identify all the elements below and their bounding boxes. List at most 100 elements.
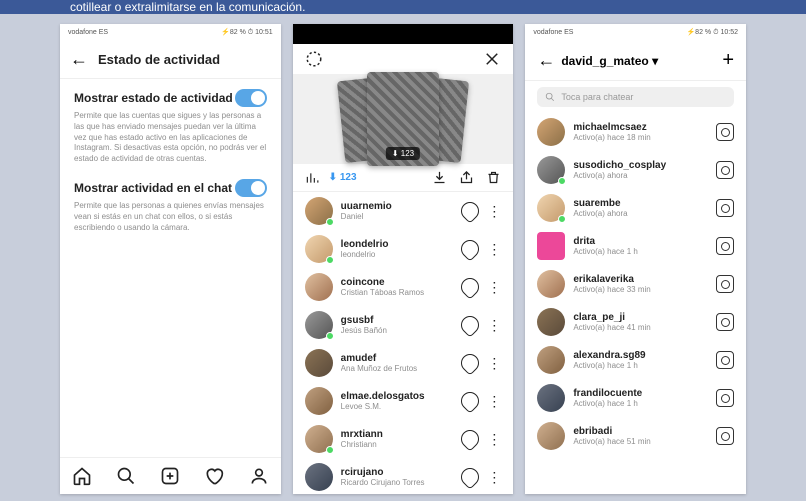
avatar	[537, 232, 565, 260]
carrier-label: vodafone ES	[68, 29, 108, 36]
online-dot	[558, 215, 566, 223]
chat-row[interactable]: drita Activo(a) hace 1 h	[525, 227, 746, 265]
message-icon[interactable]	[458, 464, 483, 489]
chat-row[interactable]: ebribadi Activo(a) hace 51 min	[525, 417, 746, 455]
toggle-chat-activity[interactable]	[235, 179, 267, 197]
chat-row[interactable]: alexandra.sg89 Activo(a) hace 1 h	[525, 341, 746, 379]
heart-icon[interactable]	[204, 466, 224, 486]
message-icon[interactable]	[458, 274, 483, 299]
account-switcher[interactable]: david_g_mateo ▾	[561, 54, 658, 68]
camera-icon[interactable]	[716, 275, 734, 293]
viewer-fullname: Cristian Táboas Ramos	[341, 288, 454, 297]
home-icon[interactable]	[72, 466, 92, 486]
download-icon[interactable]	[432, 170, 447, 185]
stats-icon[interactable]	[305, 171, 319, 185]
story-carousel[interactable]: ⬇ 123	[293, 74, 514, 164]
carrier-label: vodafone ES	[533, 29, 573, 36]
settings-ring-icon[interactable]	[305, 50, 323, 68]
views-count: ⬇ 123	[329, 172, 357, 183]
status-right: ⚡82 % ⏱ 10:52	[686, 28, 738, 37]
phone-direct: vodafone ES ⚡82 % ⏱ 10:52 ← david_g_mate…	[525, 24, 746, 494]
blackout-bar	[293, 24, 514, 44]
viewer-row[interactable]: amudef Ana Muñoz de Frutos ⋮	[293, 344, 514, 382]
close-icon[interactable]	[483, 50, 501, 68]
viewer-row[interactable]: uuarnemio Daniel ⋮	[293, 192, 514, 230]
chat-row[interactable]: erikalaverika Activo(a) hace 33 min	[525, 265, 746, 303]
chat-status: Activo(a) hace 1 h	[573, 247, 708, 256]
chat-row[interactable]: susodicho_cosplay Activo(a) ahora	[525, 151, 746, 189]
chat-username: suarembe	[573, 198, 708, 209]
avatar	[305, 463, 333, 491]
chat-status: Activo(a) hace 33 min	[573, 285, 708, 294]
viewer-row[interactable]: mrxtiann Christiann ⋮	[293, 420, 514, 458]
viewer-fullname: Levoe S.M.	[341, 402, 454, 411]
chat-status: Activo(a) hace 1 h	[573, 399, 708, 408]
avatar	[537, 346, 565, 374]
chat-status: Activo(a) ahora	[573, 209, 708, 218]
profile-icon[interactable]	[249, 466, 269, 486]
camera-icon[interactable]	[716, 199, 734, 217]
viewer-row[interactable]: leondelrio leondelrio ⋮	[293, 230, 514, 268]
chat-username: frandilocuente	[573, 388, 708, 399]
viewer-row[interactable]: coincone Cristian Táboas Ramos ⋮	[293, 268, 514, 306]
add-post-icon[interactable]	[160, 466, 180, 486]
chat-username: ebribadi	[573, 426, 708, 437]
chat-row[interactable]: clara_pe_ji Activo(a) hace 41 min	[525, 303, 746, 341]
chat-row[interactable]: michaelmcsaez Activo(a) hace 18 min	[525, 113, 746, 151]
avatar	[305, 311, 333, 339]
page-banner: cotillear o extralimitarse en la comunic…	[0, 0, 806, 14]
chat-username: michaelmcsaez	[573, 122, 708, 133]
search-placeholder: Toca para chatear	[561, 92, 633, 102]
compose-icon[interactable]: +	[722, 49, 734, 72]
camera-icon[interactable]	[716, 313, 734, 331]
viewer-username: mrxtiann	[341, 429, 454, 440]
camera-icon[interactable]	[716, 427, 734, 445]
viewer-username: gsusbf	[341, 315, 454, 326]
status-right: ⚡82 % ⏱ 10:51	[221, 28, 273, 37]
chat-username: erikalaverika	[573, 274, 708, 285]
avatar	[305, 273, 333, 301]
camera-icon[interactable]	[716, 351, 734, 369]
viewer-row[interactable]: rcirujano Ricardo Cirujano Torres ⋮	[293, 458, 514, 494]
message-icon[interactable]	[458, 426, 483, 451]
viewer-username: rcirujano	[341, 467, 454, 478]
message-icon[interactable]	[458, 312, 483, 337]
search-icon[interactable]	[116, 466, 136, 486]
message-icon[interactable]	[458, 236, 483, 261]
search-input[interactable]: Toca para chatear	[537, 87, 734, 107]
message-icon[interactable]	[458, 198, 483, 223]
avatar	[305, 235, 333, 263]
message-icon[interactable]	[458, 350, 483, 375]
chat-username: clara_pe_ji	[573, 312, 708, 323]
views-badge: ⬇ 123	[386, 147, 420, 160]
message-icon[interactable]	[458, 388, 483, 413]
avatar	[537, 384, 565, 412]
phone-settings: vodafone ES ⚡82 % ⏱ 10:51 ← Estado de ac…	[60, 24, 281, 494]
viewer-toolbar: ⬇ 123	[293, 164, 514, 192]
toggle-activity-status[interactable]	[235, 89, 267, 107]
phone-story-viewers: ⬇ 123 ⬇ 123 uuarnemio Daniel ⋮ leondelri…	[293, 24, 514, 494]
camera-icon[interactable]	[716, 237, 734, 255]
trash-icon[interactable]	[486, 170, 501, 185]
avatar	[305, 387, 333, 415]
online-dot	[326, 256, 334, 264]
viewer-row[interactable]: gsusbf Jesús Bañón ⋮	[293, 306, 514, 344]
avatar	[305, 197, 333, 225]
back-icon[interactable]: ←	[537, 50, 555, 71]
chat-status: Activo(a) hace 1 h	[573, 361, 708, 370]
online-dot	[326, 332, 334, 340]
viewer-row[interactable]: elmae.delosgatos Levoe S.M. ⋮	[293, 382, 514, 420]
online-dot	[558, 177, 566, 185]
back-icon[interactable]: ←	[70, 49, 88, 70]
viewer-fullname: Christiann	[341, 440, 454, 449]
viewer-username: elmae.delosgatos	[341, 391, 454, 402]
camera-icon[interactable]	[716, 161, 734, 179]
chat-list: michaelmcsaez Activo(a) hace 18 min suso…	[525, 113, 746, 494]
chat-row[interactable]: frandilocuente Activo(a) hace 1 h	[525, 379, 746, 417]
share-icon[interactable]	[459, 170, 474, 185]
chat-status: Activo(a) hace 51 min	[573, 437, 708, 446]
camera-icon[interactable]	[716, 389, 734, 407]
chat-row[interactable]: suarembe Activo(a) ahora	[525, 189, 746, 227]
bottom-nav	[60, 457, 281, 494]
camera-icon[interactable]	[716, 123, 734, 141]
